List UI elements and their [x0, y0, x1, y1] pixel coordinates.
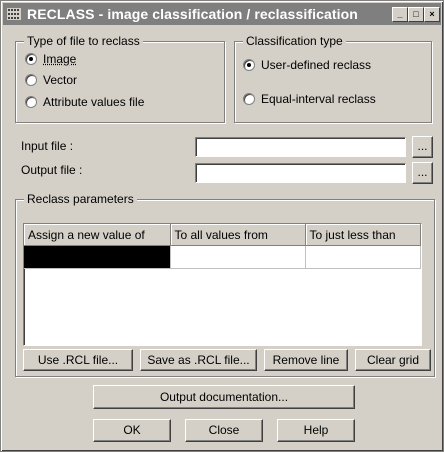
remove-line-button[interactable]: Remove line — [264, 349, 348, 371]
output-documentation-button[interactable]: Output documentation... — [93, 385, 355, 409]
help-button[interactable]: Help — [277, 419, 355, 442]
radio-dot — [25, 53, 37, 65]
clear-grid-button[interactable]: Clear grid — [355, 349, 431, 371]
input-file-field[interactable] — [195, 137, 406, 157]
input-file-label: Input file : — [21, 139, 74, 153]
radio-dot — [25, 96, 37, 108]
reclass-window: RECLASS - image classification / reclass… — [0, 0, 444, 452]
radio-dot — [25, 74, 37, 86]
app-grid-icon — [7, 8, 21, 20]
minimize-button[interactable]: _ — [392, 7, 408, 22]
ok-button[interactable]: OK — [93, 419, 171, 442]
restore-button[interactable]: □ — [408, 7, 424, 22]
table-cell[interactable] — [170, 245, 306, 269]
window-title: RECLASS - image classification / reclass… — [27, 6, 358, 22]
table-cell-selected[interactable] — [24, 245, 171, 269]
output-file-label: Output file : — [21, 163, 83, 177]
reclass-parameters-legend: Reclass parameters — [24, 192, 137, 206]
table-row — [24, 245, 421, 269]
classification-type-legend: Classification type — [243, 34, 346, 48]
radio-equal-interval[interactable]: Equal-interval reclass — [243, 92, 376, 106]
column-header-assign[interactable]: Assign a new value of — [24, 224, 171, 246]
title-bar[interactable]: RECLASS - image classification / reclass… — [3, 3, 441, 25]
radio-equal-interval-label: Equal-interval reclass — [261, 92, 376, 106]
close-window-button[interactable]: × — [424, 7, 440, 22]
radio-dot — [243, 59, 255, 71]
radio-user-defined-label: User-defined reclass — [261, 58, 372, 72]
reclass-grid[interactable]: Assign a new value of To all values from… — [23, 223, 422, 346]
classification-type-group: Classification type — [234, 34, 432, 123]
radio-vector[interactable]: Vector — [25, 73, 77, 87]
output-browse-button[interactable]: ... — [412, 162, 433, 184]
radio-dot — [243, 93, 255, 105]
radio-vector-label: Vector — [43, 73, 78, 87]
input-browse-button[interactable]: ... — [412, 136, 433, 158]
column-header-from[interactable]: To all values from — [170, 224, 306, 246]
radio-attribute-label: Attribute values file — [43, 95, 145, 109]
table-cell[interactable] — [305, 245, 421, 269]
output-file-field[interactable] — [195, 163, 406, 183]
radio-user-defined[interactable]: User-defined reclass — [243, 58, 371, 72]
file-type-legend: Type of file to reclass — [24, 34, 143, 48]
radio-attribute-values[interactable]: Attribute values file — [25, 95, 144, 109]
radio-image[interactable]: Image — [25, 52, 76, 66]
use-rcl-file-button[interactable]: Use .RCL file... — [23, 349, 133, 371]
column-header-less-than[interactable]: To just less than — [305, 224, 421, 246]
reclass-table: Assign a new value of To all values from… — [24, 224, 421, 269]
save-rcl-file-button[interactable]: Save as .RCL file... — [140, 349, 257, 371]
close-button[interactable]: Close — [185, 419, 263, 442]
radio-image-label: Image — [43, 52, 77, 66]
